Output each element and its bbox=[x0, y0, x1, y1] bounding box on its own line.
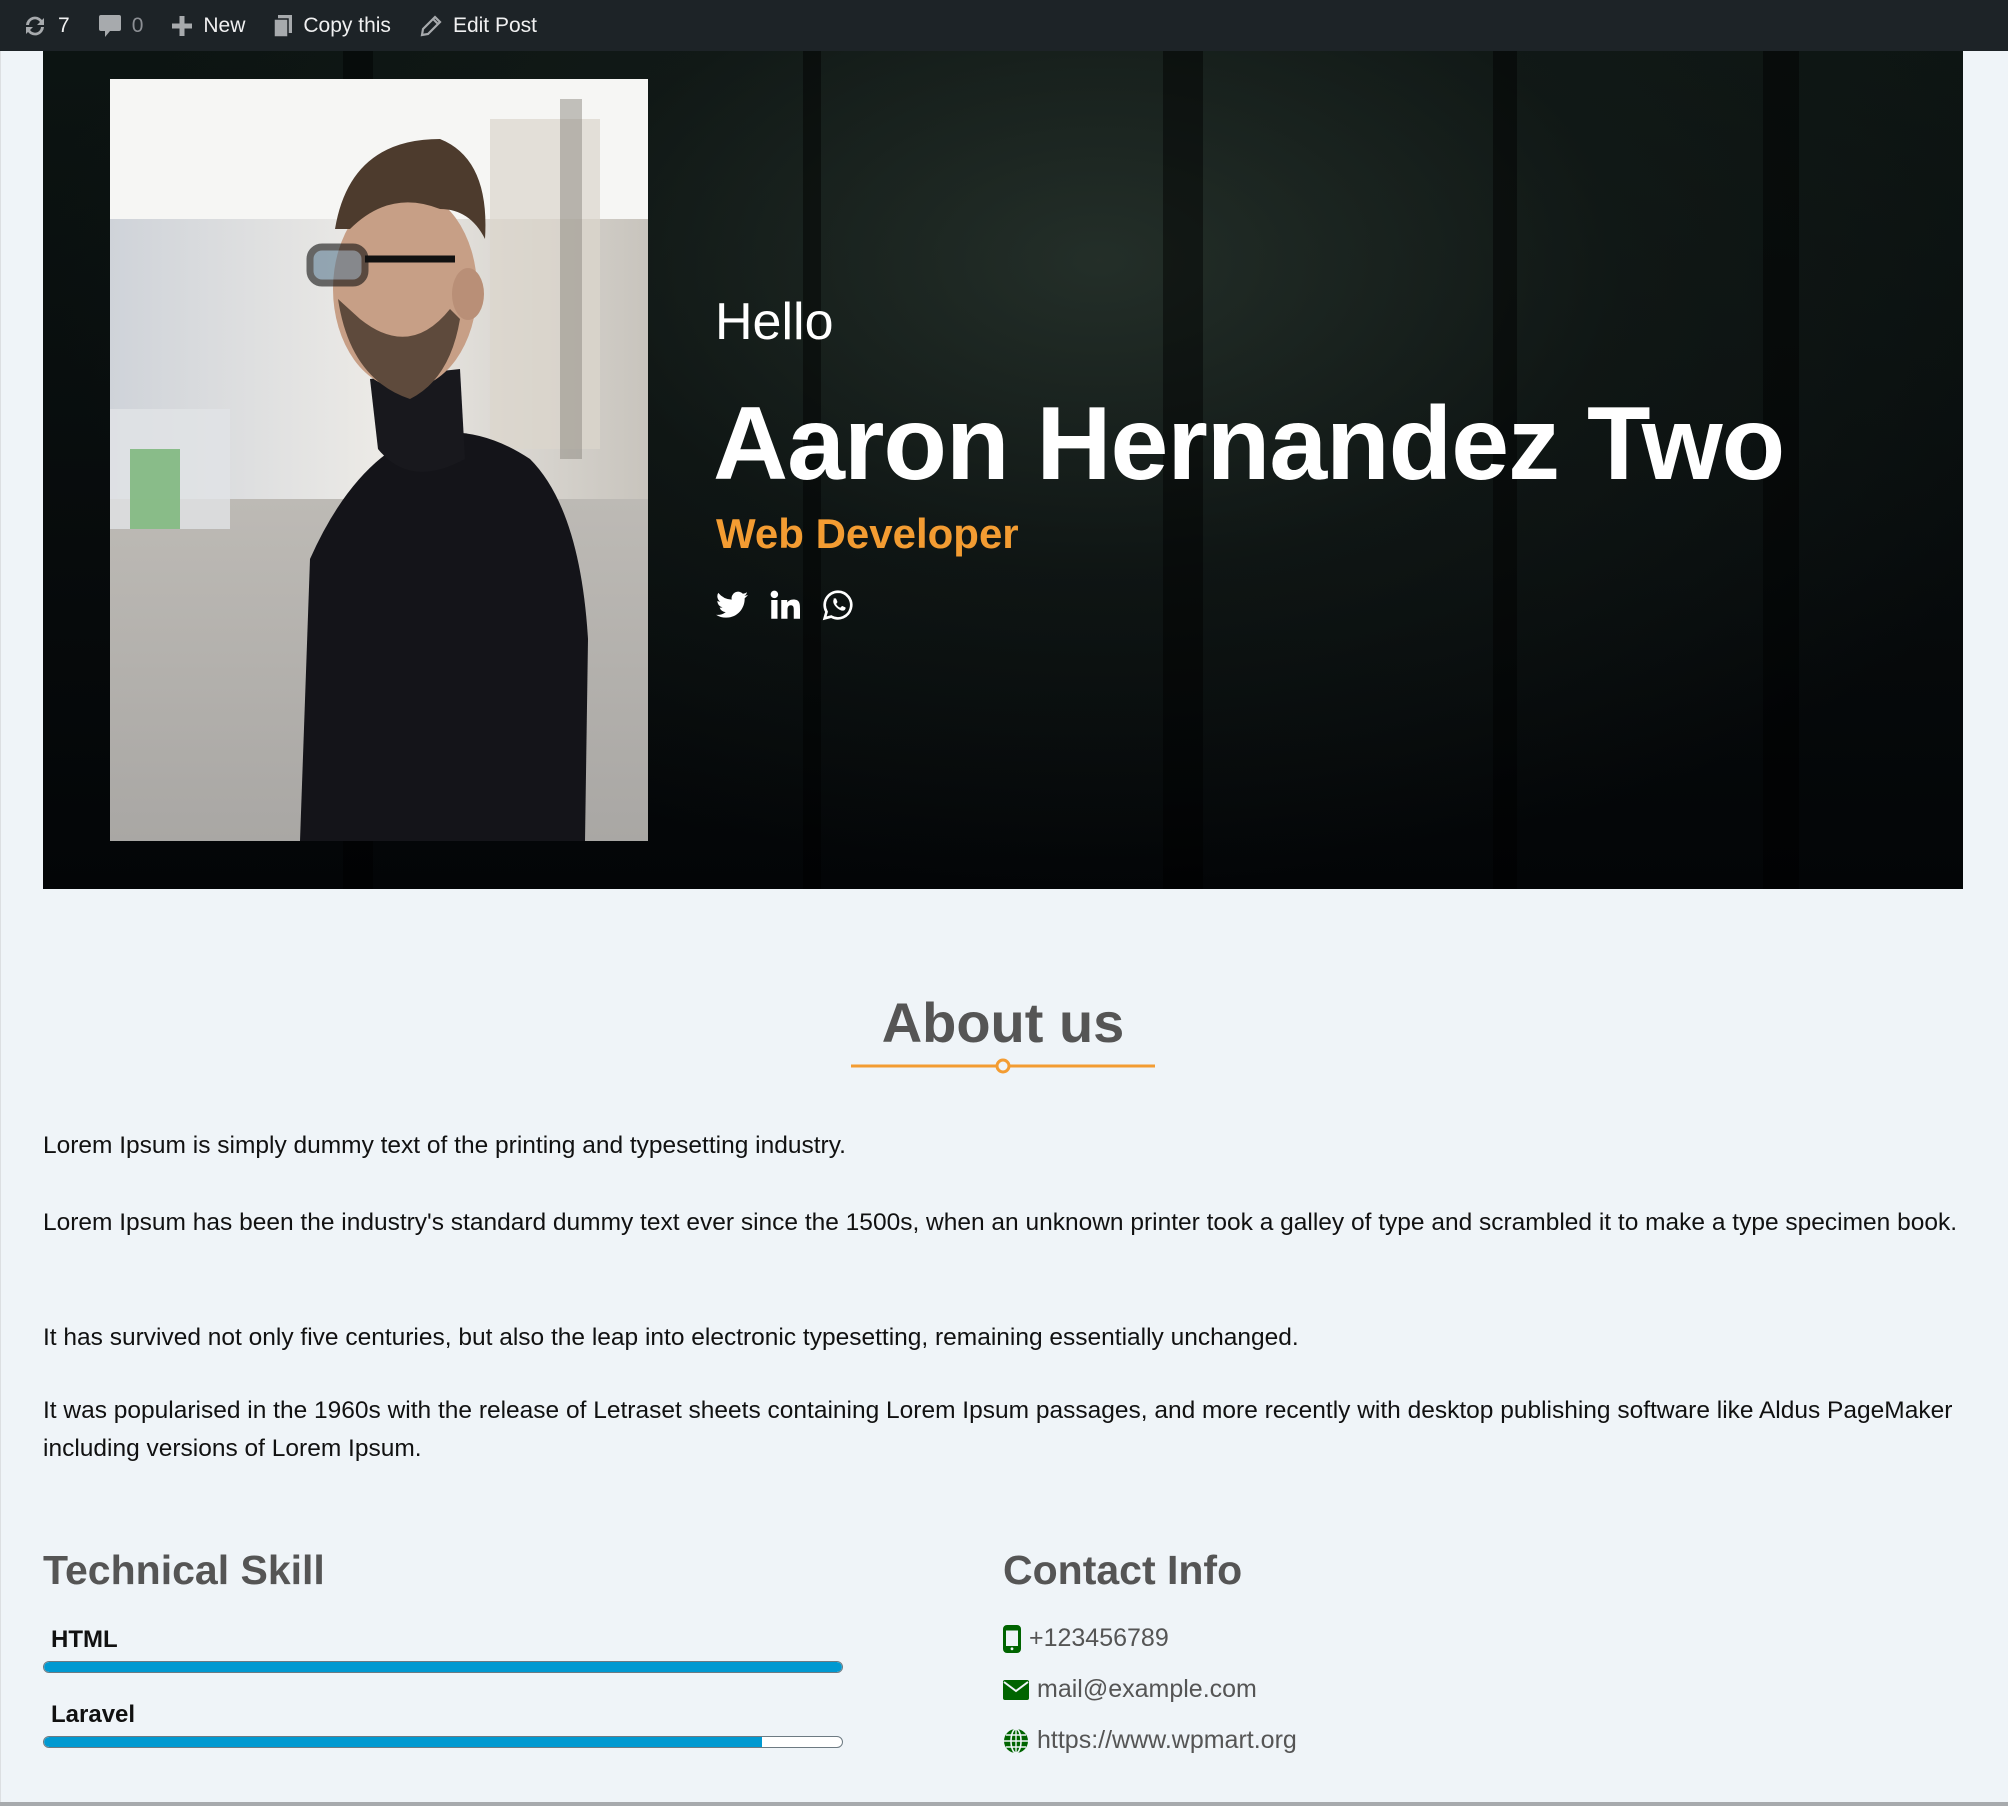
contact-phone: +123456789 bbox=[1003, 1624, 1169, 1653]
edit-post-button[interactable]: Edit Post bbox=[419, 14, 537, 38]
pencil-icon bbox=[420, 14, 442, 36]
twitter-icon bbox=[716, 591, 748, 618]
copy-this-label: Copy this bbox=[303, 13, 391, 37]
skills-heading: Technical Skill bbox=[43, 1547, 325, 1593]
updates-icon bbox=[26, 16, 44, 35]
contact-website: https://www.wpmart.org bbox=[1003, 1726, 1297, 1755]
hero-role: Web Developer bbox=[716, 510, 1019, 557]
copy-icon bbox=[273, 14, 293, 38]
plus-icon bbox=[172, 15, 193, 36]
comments-count: 0 bbox=[131, 13, 144, 37]
contact-email: mail@example.com bbox=[1003, 1675, 1257, 1704]
skill-label-html: HTML bbox=[51, 1626, 118, 1653]
skill-bar-html bbox=[43, 1661, 843, 1673]
social-links bbox=[716, 589, 854, 621]
about-paragraph: It was popularised in the 1960s with the… bbox=[43, 1397, 1953, 1462]
contact-heading: Contact Info bbox=[1003, 1547, 1243, 1593]
new-button[interactable]: New bbox=[171, 14, 245, 38]
page-border bbox=[0, 51, 1, 1802]
about-paragraph: Lorem Ipsum is simply dummy text of the … bbox=[43, 1132, 846, 1159]
phone-number: +123456789 bbox=[1029, 1624, 1169, 1652]
copy-this-button[interactable]: Copy this bbox=[273, 14, 391, 38]
edit-post-label: Edit Post bbox=[452, 13, 537, 37]
skill-label-laravel: Laravel bbox=[51, 1701, 136, 1728]
skill-bar-fill bbox=[44, 1662, 842, 1672]
hero-name: Aaron Hernandez Two bbox=[713, 386, 1785, 502]
portrait-illustration bbox=[110, 79, 648, 841]
about-paragraph: It has survived not only five centuries,… bbox=[43, 1324, 1299, 1351]
skill-bar-laravel bbox=[43, 1736, 843, 1748]
updates-count: 7 bbox=[58, 13, 70, 37]
about-paragraph: Lorem Ipsum has been the industry's stan… bbox=[43, 1209, 1958, 1236]
comment-icon bbox=[98, 14, 121, 37]
whatsapp-icon bbox=[822, 590, 853, 621]
whatsapp-link[interactable] bbox=[822, 589, 854, 621]
twitter-link[interactable] bbox=[716, 591, 748, 619]
website-link[interactable]: https://www.wpmart.org bbox=[1037, 1726, 1297, 1755]
envelope-icon bbox=[1003, 1679, 1029, 1700]
globe-icon bbox=[1004, 1727, 1028, 1754]
linkedin-link[interactable] bbox=[770, 590, 800, 620]
profile-photo bbox=[110, 79, 648, 841]
new-label: New bbox=[203, 13, 246, 37]
updates-button[interactable]: 7 bbox=[22, 14, 70, 38]
admin-bar: 7 0 New Copy this Edit Post bbox=[0, 0, 2008, 51]
heading-divider bbox=[851, 1058, 1155, 1074]
linkedin-icon bbox=[770, 590, 800, 619]
email-link[interactable]: mail@example.com bbox=[1037, 1675, 1257, 1704]
about-heading: About us bbox=[881, 991, 1125, 1054]
hero-greeting: Hello bbox=[715, 293, 834, 351]
skill-bar-fill bbox=[44, 1737, 763, 1747]
page-bottom-border bbox=[0, 1802, 2008, 1806]
mobile-phone-icon bbox=[1003, 1624, 1021, 1653]
comments-button[interactable]: 0 bbox=[98, 13, 144, 39]
